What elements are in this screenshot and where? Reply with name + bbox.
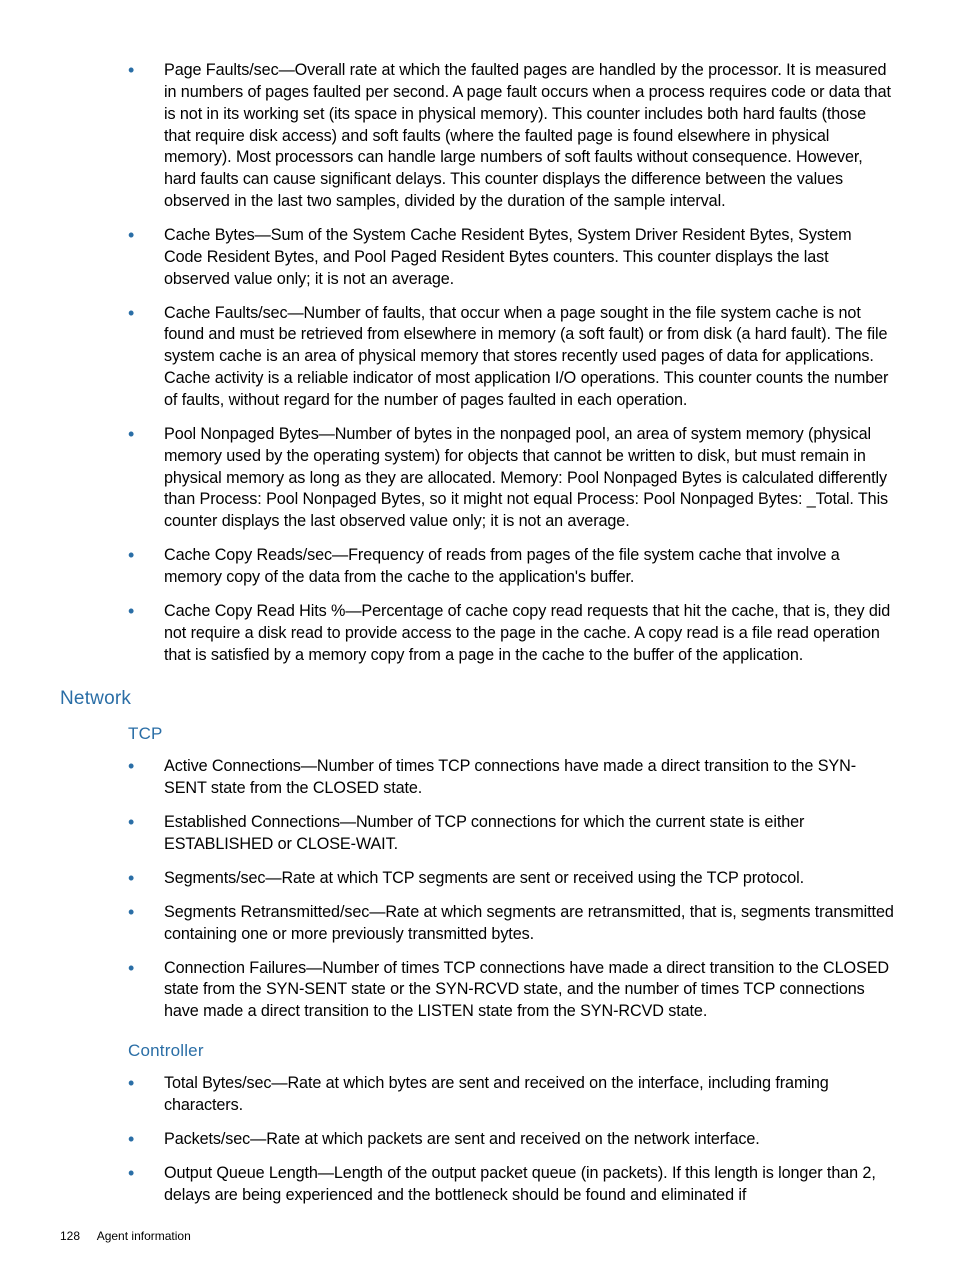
list-item: Cache Copy Read Hits %—Percentage of cac…: [128, 601, 894, 667]
controller-counters-list: Total Bytes/sec—Rate at which bytes are …: [128, 1073, 894, 1206]
list-item: Cache Copy Reads/sec—Frequency of reads …: [128, 545, 894, 589]
list-item: Pool Nonpaged Bytes—Number of bytes in t…: [128, 424, 894, 533]
list-item: Active Connections—Number of times TCP c…: [128, 756, 894, 800]
list-item: Segments/sec—Rate at which TCP segments …: [128, 868, 894, 890]
list-item: Total Bytes/sec—Rate at which bytes are …: [128, 1073, 894, 1117]
tcp-heading: TCP: [128, 724, 894, 744]
footer-section-label: Agent information: [97, 1229, 191, 1243]
list-item: Connection Failures—Number of times TCP …: [128, 958, 894, 1024]
list-item: Established Connections—Number of TCP co…: [128, 812, 894, 856]
controller-heading: Controller: [128, 1041, 894, 1061]
tcp-counters-list: Active Connections—Number of times TCP c…: [128, 756, 894, 1023]
list-item: Output Queue Length—Length of the output…: [128, 1163, 894, 1207]
memory-counters-list: Page Faults/sec—Overall rate at which th…: [128, 60, 894, 666]
list-item: Cache Faults/sec—Number of faults, that …: [128, 303, 894, 412]
list-item: Packets/sec—Rate at which packets are se…: [128, 1129, 894, 1151]
network-heading: Network: [60, 688, 894, 710]
list-item: Cache Bytes—Sum of the System Cache Resi…: [128, 225, 894, 291]
list-item: Segments Retransmitted/sec—Rate at which…: [128, 902, 894, 946]
page-number: 128: [60, 1229, 80, 1243]
document-page: Page Faults/sec—Overall rate at which th…: [0, 0, 954, 1271]
page-footer: 128 Agent information: [60, 1229, 191, 1243]
list-item: Page Faults/sec—Overall rate at which th…: [128, 60, 894, 213]
